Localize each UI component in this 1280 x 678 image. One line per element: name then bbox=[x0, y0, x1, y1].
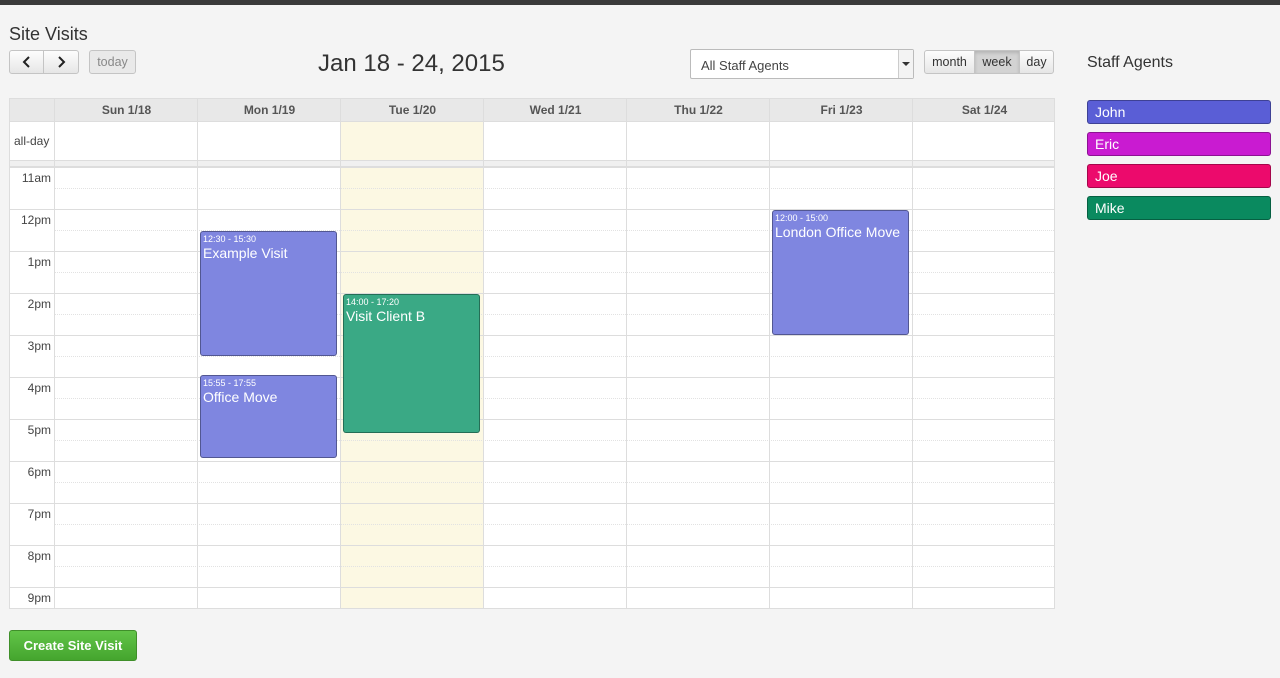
view-day-button[interactable]: day bbox=[1019, 50, 1054, 74]
event-title: Office Move bbox=[203, 388, 278, 405]
event-time: 12:00 - 15:00 bbox=[775, 213, 829, 223]
dropdown-arrow-icon bbox=[898, 50, 913, 78]
chevron-left-icon bbox=[22, 56, 32, 68]
today-button[interactable]: today bbox=[89, 50, 136, 74]
week-calendar: Sun 1/18 Mon 1/19 Tue 1/20 Wed 1/21 Thu 1/22… bbox=[9, 98, 1055, 609]
calendar-event[interactable]: 12:00 - 15:00 London Office Move bbox=[772, 210, 909, 335]
grid-line bbox=[55, 608, 1055, 609]
event-title: Example Visit bbox=[203, 245, 288, 261]
prev-button[interactable] bbox=[9, 50, 44, 74]
calendar-event[interactable]: 14:00 - 17:20 Visit Client B bbox=[343, 294, 480, 433]
time-label: 8pm bbox=[27, 549, 51, 563]
day-header: Sat 1/24 bbox=[961, 103, 1008, 117]
grid-line bbox=[55, 188, 1054, 189]
allday-divider bbox=[10, 160, 1054, 167]
grid-line bbox=[10, 335, 1054, 336]
allday-label: all-day bbox=[14, 134, 50, 148]
grid-line bbox=[10, 377, 1054, 378]
time-label: 2pm bbox=[27, 297, 51, 311]
day-header: Tue 1/20 bbox=[388, 103, 437, 117]
calendar-event[interactable]: 12:30 - 15:30 Example Visit bbox=[200, 231, 337, 356]
day-header: Thu 1/22 bbox=[674, 103, 723, 117]
agent-joe[interactable]: Joe bbox=[1087, 164, 1271, 188]
event-title: London Office Move bbox=[775, 224, 901, 240]
grid-line bbox=[10, 503, 1054, 504]
grid-line bbox=[769, 99, 770, 608]
day-header: Fri 1/23 bbox=[820, 103, 863, 117]
agent-mike[interactable]: Mike bbox=[1087, 196, 1271, 220]
time-label: 3pm bbox=[27, 339, 51, 353]
grid-line bbox=[10, 461, 1054, 462]
staff-agent-select[interactable]: All Staff Agents bbox=[690, 49, 914, 79]
day-header: Sun 1/18 bbox=[101, 103, 152, 117]
page-title: Site Visits bbox=[9, 24, 88, 44]
grid-line bbox=[54, 99, 55, 608]
create-site-visit-button[interactable]: Create Site Visit bbox=[9, 630, 137, 661]
time-label: 12pm bbox=[20, 213, 51, 227]
staff-agents-title: Staff Agents bbox=[1087, 54, 1173, 71]
event-time: 14:00 - 17:20 bbox=[346, 297, 400, 307]
day-header: Mon 1/19 bbox=[243, 103, 296, 117]
time-label: 7pm bbox=[27, 507, 51, 521]
event-time: 15:55 - 17:55 bbox=[203, 377, 257, 388]
grid-line bbox=[10, 419, 1054, 420]
top-bar bbox=[0, 0, 1280, 5]
next-button[interactable] bbox=[43, 50, 79, 74]
time-label: 5pm bbox=[27, 423, 51, 437]
agent-eric[interactable]: Eric bbox=[1087, 132, 1271, 156]
grid-line bbox=[10, 587, 1054, 588]
event-time: 12:30 - 15:30 bbox=[203, 234, 257, 244]
calendar-event[interactable]: 15:55 - 17:55 Office Move bbox=[200, 374, 337, 458]
event-title: Visit Client B bbox=[346, 308, 426, 324]
grid-line bbox=[483, 99, 484, 608]
view-month-button[interactable]: month bbox=[924, 50, 975, 74]
view-week-button[interactable]: week bbox=[974, 50, 1020, 74]
grid-line bbox=[55, 482, 1054, 483]
time-label: 11am bbox=[21, 171, 51, 185]
grid-line bbox=[10, 545, 1054, 546]
time-label: 4pm bbox=[27, 381, 51, 395]
time-label: 1pm bbox=[27, 255, 51, 269]
grid-line bbox=[197, 99, 198, 608]
grid-line bbox=[340, 99, 341, 608]
grid-line bbox=[55, 566, 1054, 567]
grid-line bbox=[55, 356, 1054, 357]
time-label: 9pm bbox=[27, 591, 51, 605]
grid-line bbox=[55, 524, 1054, 525]
agent-john[interactable]: John bbox=[1087, 100, 1271, 124]
chevron-right-icon bbox=[56, 56, 66, 68]
day-header: Wed 1/21 bbox=[529, 103, 582, 117]
time-label: 6pm bbox=[27, 465, 51, 479]
grid-line bbox=[626, 99, 627, 608]
grid-line bbox=[912, 99, 913, 608]
grid-line bbox=[10, 167, 1054, 168]
date-range-title: Jan 18 - 24, 2015 bbox=[318, 50, 505, 77]
staff-select-value: All Staff Agents bbox=[701, 58, 789, 73]
